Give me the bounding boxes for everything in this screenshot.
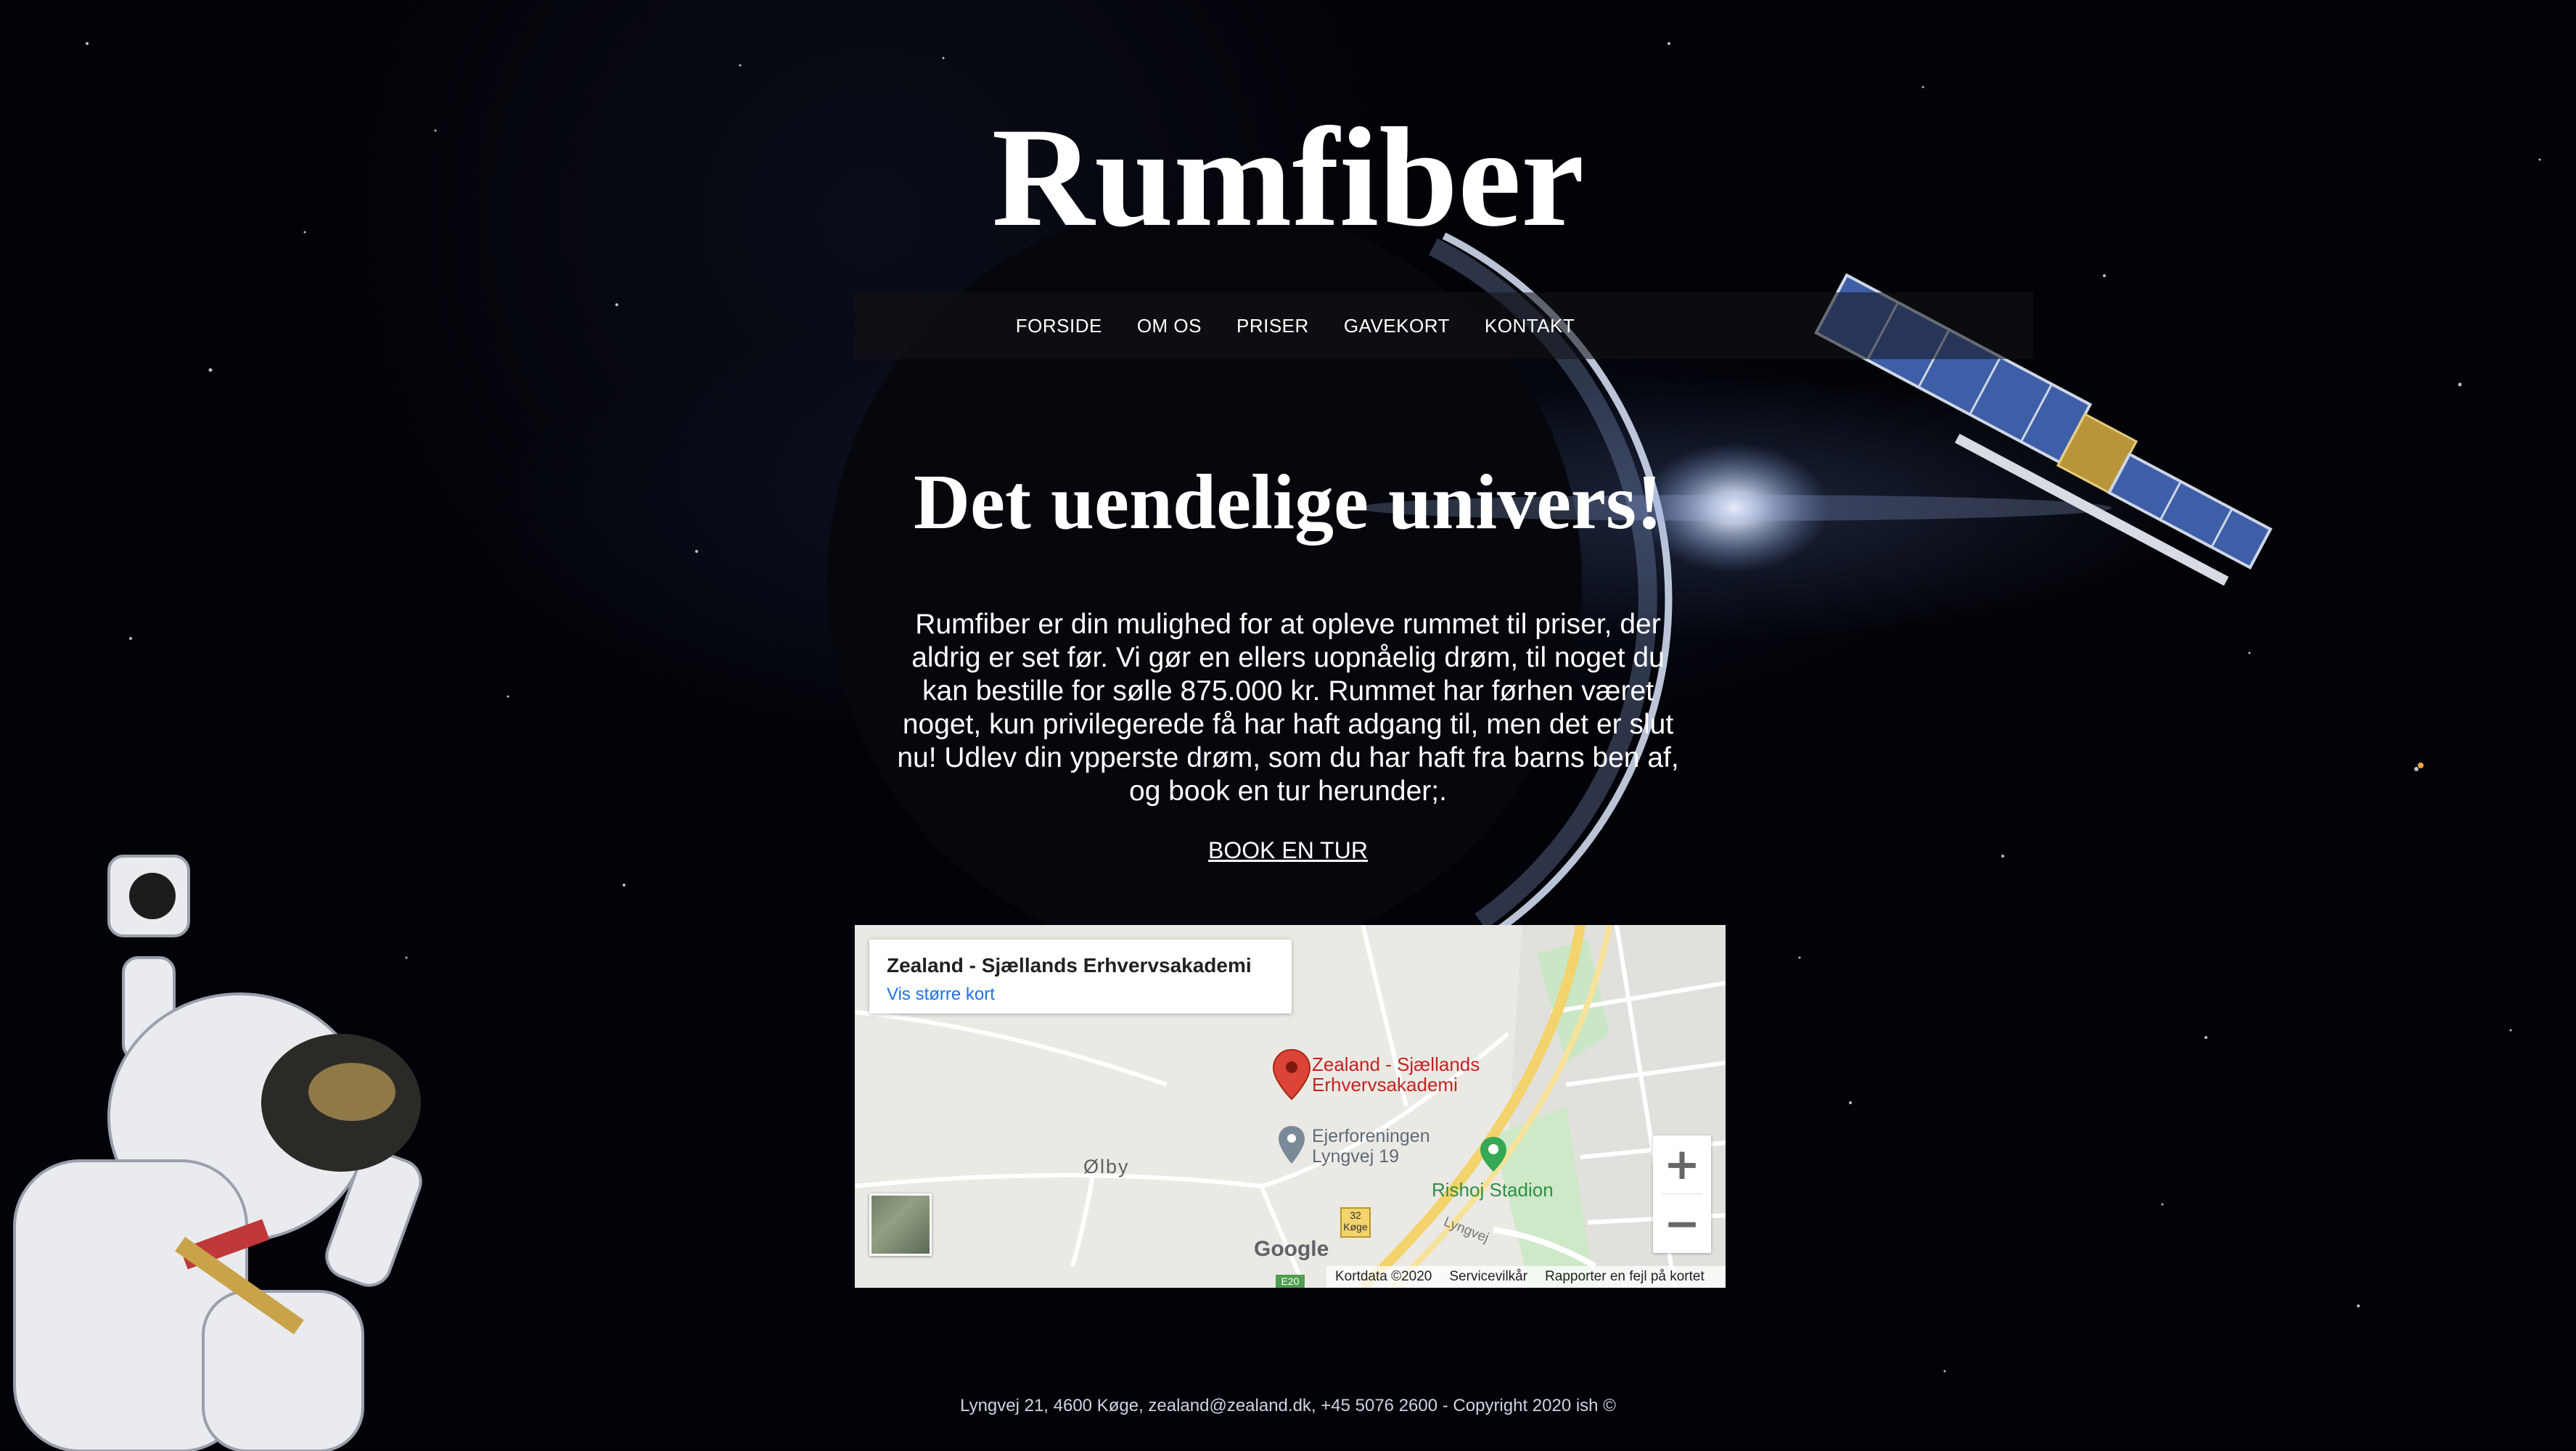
main-navigation: FORSIDE OM OS PRISER GAVEKORT KONTAKT <box>0 292 2576 359</box>
satellite-view-toggle[interactable] <box>869 1193 932 1256</box>
view-larger-map-link[interactable]: Vis større kort <box>887 985 995 1005</box>
poi-label-stadium: Rishoj Stadion <box>1432 1179 1554 1201</box>
road-shield-e20: E20 <box>1281 1275 1300 1287</box>
map-terms-link[interactable]: Servicevilkår <box>1449 1269 1527 1285</box>
map-place-title: Zealand - Sjællands Erhvervsakademi <box>887 954 1252 977</box>
map-place-label: Ølby <box>1083 1156 1130 1177</box>
poi-label-line2: Lyngvej 19 <box>1312 1146 1399 1167</box>
map-pin-label: Zealand - Sjællands Erhvervsakademi <box>1312 1054 1480 1095</box>
road-shield-number: 32 <box>1350 1209 1361 1221</box>
stadium-marker-icon[interactable] <box>1479 1135 1508 1173</box>
poi-label-line1: Ejerforeningen <box>1312 1126 1430 1146</box>
map-data-credit: Kortdata ©2020 <box>1335 1269 1432 1284</box>
astronaut-image <box>13 855 422 1451</box>
poi-label-ejerforeningen: Ejerforeningen Lyngvej 19 <box>1312 1126 1430 1167</box>
map-pin-label-line1: Zealand - Sjællands <box>1312 1053 1480 1075</box>
hero-headline: Det uendelige univers! <box>914 459 1662 546</box>
space-background: Rumfiber FORSIDE OM OS PRISER GAVEKORT K… <box>0 0 2576 1451</box>
map-pin-icon[interactable] <box>1272 1048 1311 1101</box>
zoom-controls: + − <box>1653 1135 1711 1253</box>
map-pin-label-line2: Erhvervsakademi <box>1312 1074 1458 1096</box>
hero-intro-text: Rumfiber er din mulighed for at opleve r… <box>897 609 1679 807</box>
google-logo: Google <box>1254 1237 1329 1261</box>
map-report-link[interactable]: Rapporter en fejl på kortet <box>1545 1269 1705 1285</box>
nav-item-priser[interactable]: PRISER <box>1236 315 1309 337</box>
nav-item-kontakt[interactable]: KONTAKT <box>1485 315 1575 337</box>
page-footer: Lyngvej 21, 4600 Køge, zealand@zealand.d… <box>960 1396 1616 1415</box>
embedded-map[interactable]: Zealand - Sjællands Erhvervsakademi Vis … <box>855 925 1726 1288</box>
zoom-in-button[interactable]: + <box>1653 1135 1711 1193</box>
nav-item-forside[interactable]: FORSIDE <box>1016 315 1102 337</box>
road-shield-town: Køge <box>1343 1221 1368 1233</box>
nav-item-gavekort[interactable]: GAVEKORT <box>1344 315 1450 337</box>
road-shield: 32 Køge <box>1342 1209 1369 1233</box>
zoom-out-button[interactable]: − <box>1653 1195 1711 1253</box>
map-place-card: Zealand - Sjællands Erhvervsakademi Vis … <box>869 940 1292 1014</box>
zoom-divider <box>1662 1193 1702 1194</box>
site-title: Rumfiber <box>991 99 1585 256</box>
book-trip-link[interactable]: BOOK EN TUR <box>0 836 2576 865</box>
nav-item-om-os[interactable]: OM OS <box>1137 315 1202 337</box>
poi-marker-icon[interactable] <box>1277 1125 1306 1165</box>
map-attribution-bar: Kortdata ©2020 Servicevilkår Rapporter e… <box>1326 1266 1726 1288</box>
